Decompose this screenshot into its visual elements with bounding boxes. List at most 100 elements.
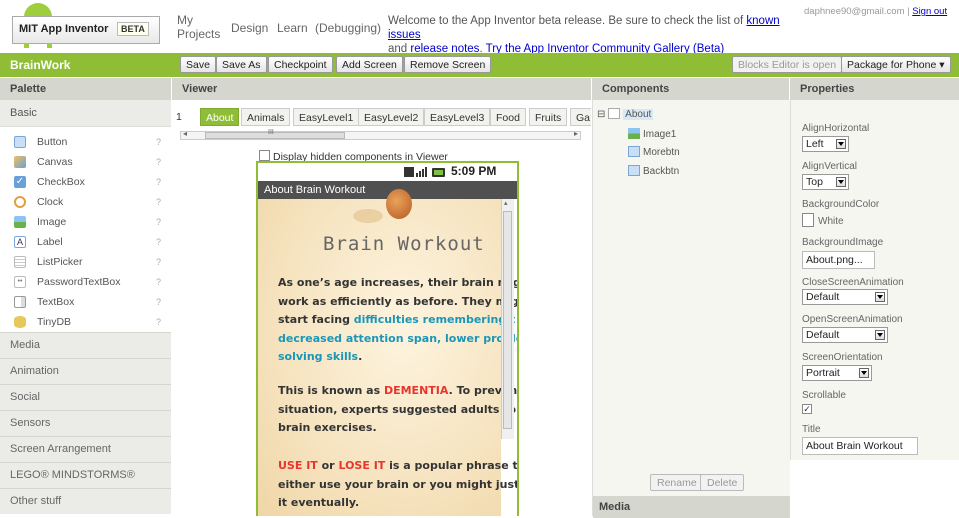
nav-my-projects-line1[interactable]: My [177, 13, 193, 27]
p3-text: is a popular phrase t [385, 459, 518, 472]
tree-node-image1[interactable]: Image1 [628, 128, 676, 140]
pushpin-image [386, 189, 412, 219]
color-swatch[interactable] [802, 213, 814, 227]
rename-button[interactable]: Rename [650, 474, 704, 491]
scrollbar-thumb[interactable] [503, 211, 512, 429]
tree-node-backbtn[interactable]: Backbtn [628, 165, 679, 177]
align-horizontal-select[interactable]: Left [802, 136, 849, 152]
add-screen-button[interactable]: Add Screen [336, 56, 403, 73]
tree-node-morebtn[interactable]: Morebtn [628, 146, 680, 158]
help-icon[interactable]: ? [156, 272, 161, 292]
p1-highlight: difficulties remembering t [353, 313, 516, 326]
palette-item-clock[interactable]: Clock ? [0, 192, 171, 212]
welcome-text: Welcome to the App Inventor beta release… [388, 15, 747, 27]
palette-item-textbox[interactable]: TextBox ? [0, 292, 171, 312]
palette-item-label[interactable]: A Label ? [0, 232, 171, 252]
palette-item-listpicker[interactable]: ListPicker ? [0, 252, 171, 272]
background-color-picker[interactable]: White [802, 213, 844, 227]
help-icon[interactable]: ? [156, 252, 161, 272]
scroll-right-arrow-icon[interactable]: ▸ [574, 129, 578, 138]
help-icon[interactable]: ? [156, 172, 161, 192]
screen-tab-easylevel3[interactable]: EasyLevel3 [424, 108, 491, 126]
open-animation-select[interactable]: Default [802, 327, 888, 343]
save-as-button[interactable]: Save As [216, 56, 267, 73]
palette-category-animation[interactable]: Animation [0, 358, 171, 384]
screen-tab-about[interactable]: About [200, 108, 240, 126]
components-panel: ⊟ About Image1 Morebtn Backbtn Rename De… [592, 100, 790, 518]
prop-screen-orientation-label: ScreenOrientation [802, 352, 883, 363]
delete-button[interactable]: Delete [700, 474, 745, 491]
dropdown-arrow-icon[interactable] [836, 177, 846, 187]
prop-open-animation-label: OpenScreenAnimation [802, 314, 903, 325]
nav-design[interactable]: Design [231, 21, 268, 35]
prop-align-horizontal-label: AlignHorizontal [802, 123, 870, 134]
blocks-editor-button[interactable]: Blocks Editor is open [732, 56, 843, 73]
help-icon[interactable]: ? [156, 152, 161, 172]
checkpoint-button[interactable]: Checkpoint [268, 56, 333, 73]
scrollable-checkbox[interactable]: ✓ [802, 404, 812, 414]
scroll-left-arrow-icon[interactable]: ◂ [183, 129, 187, 138]
help-icon[interactable]: ? [156, 232, 161, 252]
package-for-phone-button[interactable]: Package for Phone ▾ [841, 56, 951, 73]
p1-highlight: solving skills [278, 350, 359, 363]
help-icon[interactable]: ? [156, 132, 161, 152]
help-icon[interactable]: ? [156, 192, 161, 212]
nav-debugging[interactable]: (Debugging) [315, 21, 381, 35]
palette-item-label: ListPicker [37, 256, 83, 268]
logo-box: MIT App Inventor BETA [12, 16, 160, 44]
palette-item-label: Canvas [37, 156, 73, 168]
title-field[interactable]: About Brain Workout [802, 437, 918, 455]
help-icon[interactable]: ? [156, 212, 161, 232]
p3-line: either use your brain or you might just [278, 477, 519, 491]
app-inventor-logo[interactable]: MIT App Inventor BETA [10, 3, 160, 49]
palette-category-lego[interactable]: LEGO® MINDSTORMS® [0, 462, 171, 488]
palette-item-button[interactable]: Button ? [0, 132, 171, 152]
phone-vertical-scrollbar[interactable]: ▴ [501, 199, 514, 439]
palette-category-media[interactable]: Media [0, 332, 171, 358]
screen-tab-ga[interactable]: Ga [570, 108, 591, 126]
remove-screen-button[interactable]: Remove Screen [404, 56, 492, 73]
palette-item-passwordtextbox[interactable]: •• PasswordTextBox ? [0, 272, 171, 292]
dropdown-arrow-icon[interactable] [875, 330, 885, 340]
background-image-field[interactable]: About.png... [802, 251, 875, 269]
palette-item-canvas[interactable]: Canvas ? [0, 152, 171, 172]
select-value: Default [806, 291, 840, 303]
palette-item-image[interactable]: Image ? [0, 212, 171, 232]
scrollbar-thumb[interactable]: III [205, 129, 345, 139]
screen-orientation-select[interactable]: Portrait [802, 365, 872, 381]
align-vertical-select[interactable]: Top [802, 174, 849, 190]
user-email: daphnee90@gmail.com [804, 6, 905, 17]
screen-tab-animals[interactable]: Animals [241, 108, 291, 126]
palette-basic-drawer[interactable]: Basic [0, 100, 171, 127]
collapse-icon[interactable]: ⊟ [597, 109, 605, 120]
palette-category-screen-arrangement[interactable]: Screen Arrangement [0, 436, 171, 462]
help-icon[interactable]: ? [156, 292, 161, 312]
tabs-horizontal-scrollbar[interactable]: ◂ III ▸ [180, 129, 581, 140]
screen-tab-fruits[interactable]: Fruits [529, 108, 568, 126]
nav-learn[interactable]: Learn [277, 21, 308, 35]
dropdown-arrow-icon[interactable] [836, 139, 846, 149]
scroll-up-arrow-icon[interactable]: ▴ [504, 199, 508, 207]
palette-item-tinydb[interactable]: TinyDB ? [0, 312, 171, 332]
logo-title: MIT App Inventor [19, 23, 109, 35]
close-animation-select[interactable]: Default [802, 289, 888, 305]
dropdown-arrow-icon[interactable] [859, 368, 869, 378]
screen-tab-easylevel1[interactable]: EasyLevel1 [293, 108, 360, 126]
screen-tab-partial[interactable]: 1 [176, 108, 182, 126]
screen-tab-easylevel2[interactable]: EasyLevel2 [358, 108, 425, 126]
tree-node-about[interactable]: ⊟ About [597, 108, 654, 120]
palette-category-other[interactable]: Other stuff [0, 488, 171, 514]
checkbox-icon[interactable] [259, 150, 270, 161]
select-value: Default [806, 329, 840, 341]
status-time: 5:09 PM [451, 164, 497, 178]
palette-category-social[interactable]: Social [0, 384, 171, 410]
save-button[interactable]: Save [180, 56, 216, 73]
screen-tab-food[interactable]: Food [490, 108, 526, 126]
sign-out-link[interactable]: Sign out [912, 6, 947, 17]
palette-header: Palette [0, 78, 171, 100]
help-icon[interactable]: ? [156, 312, 161, 332]
palette-item-checkbox[interactable]: ✓ CheckBox ? [0, 172, 171, 192]
palette-category-sensors[interactable]: Sensors [0, 410, 171, 436]
nav-my-projects-line2[interactable]: Projects [177, 27, 220, 41]
dropdown-arrow-icon[interactable] [875, 292, 885, 302]
